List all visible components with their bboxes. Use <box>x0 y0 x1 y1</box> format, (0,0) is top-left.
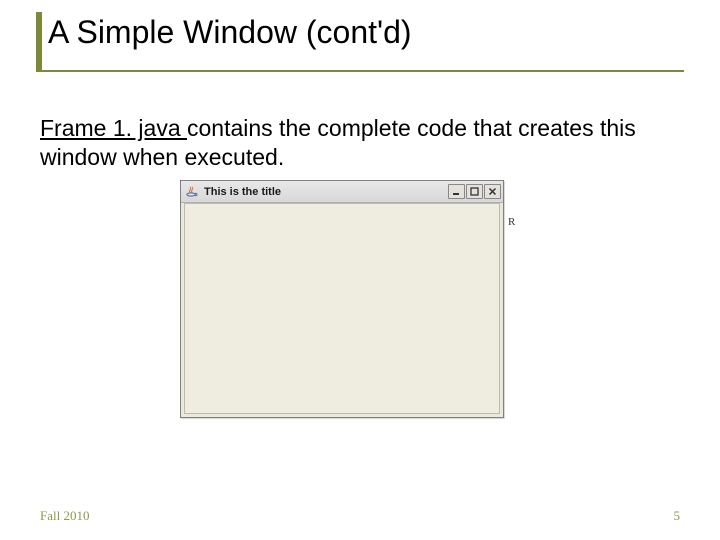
minimize-button[interactable] <box>448 184 465 199</box>
slide-title: A Simple Window (cont'd) <box>48 14 412 51</box>
java-window-content <box>184 203 500 414</box>
java-window: This is the title <box>180 180 504 418</box>
java-cup-icon <box>185 185 199 199</box>
slide-number: 5 <box>674 508 681 524</box>
body-text: Frame 1. java contains the complete code… <box>40 114 660 172</box>
slide: A Simple Window (cont'd) Frame 1. java c… <box>0 0 720 540</box>
stray-text: R <box>508 216 515 228</box>
footer-left: Fall 2010 <box>40 508 89 524</box>
window-control-buttons <box>447 184 501 199</box>
java-window-titlebar: This is the title <box>181 181 503 203</box>
title-accent <box>36 12 42 72</box>
title-underline <box>36 70 684 72</box>
java-window-title: This is the title <box>204 186 447 198</box>
close-button[interactable] <box>484 184 501 199</box>
maximize-button[interactable] <box>466 184 483 199</box>
frame1-link[interactable]: Frame 1. java <box>40 115 187 141</box>
